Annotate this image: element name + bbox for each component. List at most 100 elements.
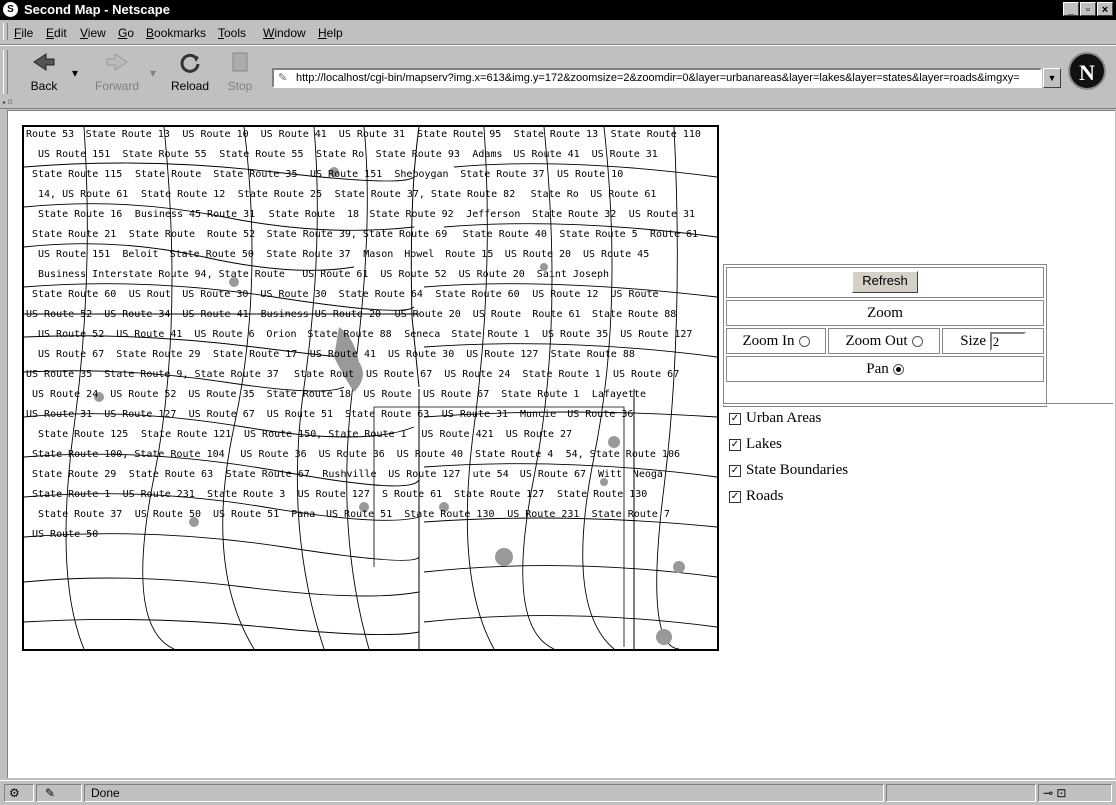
menu-view[interactable]: View xyxy=(80,26,106,40)
map-label: US Route 36 xyxy=(567,409,633,420)
minimize-icon[interactable]: _ xyxy=(1063,2,1079,16)
zoom-out-cell: Zoom Out xyxy=(828,328,940,354)
map-label: State Route 17 xyxy=(213,349,297,360)
security-icon[interactable]: ⚙ xyxy=(4,784,34,802)
lock-icon[interactable]: ⊸ ⊡ xyxy=(1038,784,1112,802)
map-label: ute 54 xyxy=(473,469,509,480)
map-label: State Route 88 xyxy=(592,309,676,320)
status-bar: ⚙ ✎ Done ⊸ ⊡ xyxy=(0,780,1116,805)
menu-window[interactable]: Window xyxy=(263,26,306,40)
state-boundary xyxy=(373,406,625,647)
layer-roads: ✓ Roads xyxy=(729,488,784,505)
forward-label: Forward xyxy=(94,79,139,93)
maximize-icon[interactable]: ▫ xyxy=(1080,2,1096,16)
map-label: State Route 50 xyxy=(170,249,254,260)
map-label: State Rout xyxy=(294,369,354,380)
map-label: US Route 10 xyxy=(557,169,623,180)
map-label: State Route 1 xyxy=(32,489,110,500)
map-label: US Route xyxy=(610,289,658,300)
url-field[interactable]: ✎ http://localhost/cgi-bin/mapserv?img.x=… xyxy=(272,68,1042,88)
map-label: US Rout xyxy=(129,289,171,300)
map-label: US Route 35 xyxy=(26,369,92,380)
window-title: Second Map - Netscape xyxy=(24,2,170,17)
map-svg[interactable]: Route 53 State Route 13 US Route 10 US Rout… xyxy=(24,127,717,649)
toolbar-grip[interactable] xyxy=(3,50,8,94)
urban-area xyxy=(608,436,620,448)
online-status-icon[interactable]: ✎ xyxy=(36,784,82,802)
map-label: US Route 50 xyxy=(32,529,98,540)
back-button[interactable]: Back xyxy=(20,48,68,94)
menu-help[interactable]: Help xyxy=(318,26,343,40)
map-label: US Route 27 xyxy=(506,429,572,440)
map-label: US Route 127 xyxy=(388,469,460,480)
map-label: US Route 67 xyxy=(189,409,255,420)
map-label: US Route 67 xyxy=(613,369,679,380)
menu-edit[interactable]: Edit xyxy=(46,26,67,40)
urban-areas-label: Urban Areas xyxy=(746,410,822,426)
map-label: State Route 121 xyxy=(141,429,231,440)
url-dropdown-icon[interactable]: ▼ xyxy=(1043,68,1061,88)
map-label: State Route 37, State Route 82 xyxy=(335,189,516,200)
zoom-in-cell: Zoom In xyxy=(726,328,826,354)
map-label: State Route 55 xyxy=(219,149,303,160)
zoom-out-radio[interactable] xyxy=(911,336,923,348)
map-label: US Route 151 xyxy=(310,169,382,180)
map-label: 18 xyxy=(347,209,359,220)
map-label: US Route 41 xyxy=(182,309,248,320)
forward-button[interactable]: Forward xyxy=(88,48,146,94)
layer-urban-areas: ✓ Urban Areas xyxy=(729,410,821,427)
map-label: Pana xyxy=(291,509,315,520)
close-icon[interactable]: × xyxy=(1097,2,1113,16)
map-label: US Route 51 xyxy=(326,509,392,520)
size-label: Size xyxy=(960,333,987,349)
menu-tools[interactable]: Tools xyxy=(218,26,246,40)
map-label: US Route 30 xyxy=(388,349,454,360)
map-image[interactable]: Route 53 State Route 13 US Route 10 US Rout… xyxy=(22,125,719,651)
zoom-in-radio[interactable] xyxy=(798,336,810,348)
netscape-logo[interactable]: N xyxy=(1068,52,1106,90)
reload-button[interactable]: Reload xyxy=(165,48,215,94)
map-label: Route 15 xyxy=(445,249,493,260)
map-label: Business Interstate Route 94, State Rout… xyxy=(38,269,285,280)
map-label: State Route 4 xyxy=(475,449,553,460)
roads-checkbox[interactable]: ✓ xyxy=(729,490,741,503)
status-progress xyxy=(886,784,1036,802)
back-arrow-icon xyxy=(33,53,55,71)
map-label: State Route 55 xyxy=(122,149,206,160)
map-label: US Route 31 xyxy=(442,409,508,420)
size-input[interactable]: 2 xyxy=(989,332,1026,352)
refresh-button[interactable]: Refresh xyxy=(852,271,918,293)
state-boundaries-checkbox[interactable]: ✓ xyxy=(729,464,741,477)
map-label: State Route 25 xyxy=(238,189,322,200)
map-label: State Ro xyxy=(531,189,579,200)
map-label: US Route 151 xyxy=(38,249,110,260)
map-label: State Route 64 xyxy=(339,289,423,300)
map-label: State Route 110 xyxy=(611,129,701,140)
personal-toolbar-collapsed[interactable]: ▸ ⁞⁞⁞ xyxy=(0,98,1116,109)
map-label: State Route 9, State Route 37 xyxy=(104,369,279,380)
map-label: State Route 3 xyxy=(207,489,285,500)
menu-file[interactable]: File xyxy=(14,26,33,40)
lakes-checkbox[interactable]: ✓ xyxy=(729,438,741,451)
map-label: State Route 13 xyxy=(86,129,170,140)
state-boundaries-label: State Boundaries xyxy=(746,462,849,478)
map-label: US Route 24 xyxy=(32,389,98,400)
menu-go[interactable]: Go xyxy=(118,26,134,40)
urban-area xyxy=(673,561,685,573)
urban-areas-checkbox[interactable]: ✓ xyxy=(729,412,741,425)
map-label: State Route 37 xyxy=(38,509,122,520)
map-label: State Route 63 xyxy=(345,409,429,420)
map-label: State Route 37 xyxy=(266,249,350,260)
roads-label: Roads xyxy=(746,488,784,504)
map-label: Witt xyxy=(598,469,622,480)
stop-button[interactable]: Stop xyxy=(222,48,258,94)
map-label: State Route 16 xyxy=(38,209,122,220)
layer-state-boundaries: ✓ State Boundaries xyxy=(729,462,848,479)
menu-bookmarks[interactable]: Bookmarks xyxy=(146,26,206,40)
map-label: US Route 31 xyxy=(629,209,695,220)
pan-radio[interactable] xyxy=(892,364,904,376)
map-label: 54, State Route 106 xyxy=(566,449,680,460)
map-label: US Route 31 xyxy=(339,129,405,140)
map-label: US Route 150, State Route 1 xyxy=(244,429,407,440)
menubar-grip[interactable] xyxy=(3,23,8,40)
